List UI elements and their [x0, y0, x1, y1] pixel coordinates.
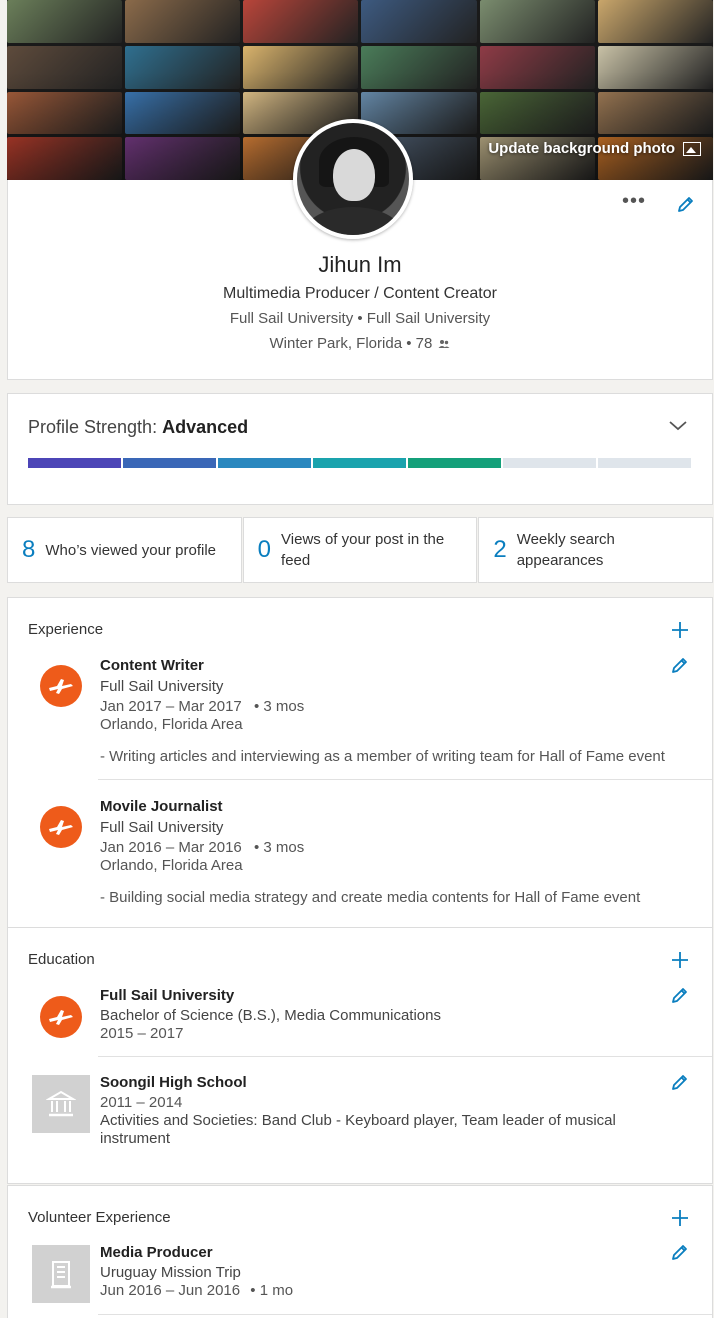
- profile-name: Jihun Im: [318, 252, 402, 277]
- experience-org: Full Sail University: [100, 819, 224, 836]
- location-text: Winter Park, Florida • 78: [269, 335, 433, 352]
- more-options-button[interactable]: •••: [622, 191, 646, 211]
- stat-post-views[interactable]: 0 Views of your post in the feed: [242, 517, 478, 583]
- edit-pencil-icon[interactable]: [676, 194, 696, 214]
- experience-title: Movile Journalist: [100, 798, 223, 815]
- add-plus-icon[interactable]: [670, 950, 690, 970]
- duration-text: • 3 mos: [253, 698, 305, 715]
- stats-row: 8 Who’s viewed your profile 0 Views of y…: [7, 517, 714, 583]
- education-section: Education Full Sail University Bachelor …: [7, 928, 713, 1184]
- strength-segment-filled: [123, 458, 216, 468]
- update-background-button[interactable]: Update background photo: [488, 140, 701, 157]
- people-icon: [438, 340, 450, 349]
- avatar[interactable]: [293, 119, 413, 239]
- duration-text: • 1 mo: [250, 1282, 294, 1299]
- fullsail-logo-icon: [40, 806, 82, 848]
- volunteer-dates: Jun 2016 – Jun 2016 • 1 mo: [100, 1282, 293, 1299]
- profile-strength-level: Advanced: [162, 417, 249, 437]
- profile-headline: Multimedia Producer / Content Creator: [223, 285, 497, 302]
- divider: [98, 1056, 712, 1057]
- edit-pencil-icon[interactable]: [670, 1242, 690, 1262]
- fullsail-logo-icon: [40, 996, 82, 1038]
- dates-text: Jun 2016 – Jun 2016: [100, 1282, 241, 1299]
- section-title: Experience: [28, 621, 104, 638]
- profile-strength-title: Profile Strength: Advanced: [28, 417, 248, 438]
- stat-search-appearances[interactable]: 2 Weekly search appearances: [478, 517, 714, 583]
- profile-strength-bar: [28, 458, 691, 468]
- chevron-down-icon[interactable]: [668, 420, 688, 432]
- stat-label: Views of your post in the feed: [281, 531, 445, 569]
- experience-dates: Jan 2016 – Mar 2016 • 3 mos: [100, 839, 304, 856]
- fullsail-logo-icon: [40, 665, 82, 707]
- profile-location: Winter Park, Florida • 78: [8, 335, 712, 352]
- photo-icon: [683, 141, 701, 156]
- volunteer-org: Uruguay Mission Trip: [100, 1264, 241, 1281]
- profile-schools: Full Sail University • Full Sail Univers…: [229, 310, 491, 327]
- section-title: Volunteer Experience: [28, 1209, 171, 1226]
- edit-pencil-icon[interactable]: [670, 985, 690, 1005]
- duration-text: • 3 mos: [253, 839, 305, 856]
- strength-segment-empty: [503, 458, 596, 468]
- education-years: 2011 – 2014: [100, 1094, 183, 1111]
- dates-text: Jan 2016 – Mar 2016: [100, 839, 242, 856]
- education-activities-cont: instrument: [100, 1130, 171, 1147]
- stat-label: Who’s viewed your profile: [45, 541, 216, 559]
- stat-profile-views[interactable]: 8 Who’s viewed your profile: [7, 517, 242, 583]
- section-title: Education: [28, 951, 95, 968]
- stat-value: 0: [257, 536, 272, 563]
- school-building-icon: [32, 1075, 90, 1133]
- education-school: Full Sail University: [100, 987, 235, 1004]
- organization-building-icon: [32, 1245, 90, 1303]
- experience-org: Full Sail University: [100, 678, 224, 695]
- add-plus-icon[interactable]: [670, 1208, 690, 1228]
- add-plus-icon[interactable]: [670, 620, 690, 640]
- stat-label: Weekly search appearances: [516, 531, 615, 569]
- update-background-label: Update background photo: [488, 140, 675, 157]
- education-activities: Activities and Societies: Band Club - Ke…: [100, 1112, 616, 1129]
- experience-description: - Writing articles and interviewing as a…: [100, 748, 665, 765]
- strength-segment-filled: [313, 458, 406, 468]
- experience-dates: Jan 2017 – Mar 2017 • 3 mos: [100, 698, 304, 715]
- experience-location: Orlando, Florida Area: [100, 716, 243, 733]
- education-degree: Bachelor of Science (B.S.), Media Commun…: [100, 1007, 441, 1024]
- strength-segment-empty: [598, 458, 691, 468]
- strength-segment-filled: [218, 458, 311, 468]
- divider: [98, 1314, 712, 1315]
- stat-value: 2: [493, 536, 507, 563]
- edit-pencil-icon[interactable]: [670, 655, 690, 675]
- education-school: Soongil High School: [100, 1074, 247, 1091]
- profile-strength-label: Profile Strength:: [28, 417, 158, 437]
- education-years: 2015 – 2017: [100, 1025, 184, 1042]
- volunteer-role: Media Producer: [100, 1244, 213, 1261]
- divider: [98, 779, 712, 780]
- strength-segment-filled: [408, 458, 501, 468]
- experience-section: Experience Content Writer Full Sail Univ…: [7, 597, 713, 928]
- experience-title: Content Writer: [100, 657, 204, 674]
- stat-value: 8: [22, 536, 36, 563]
- edit-pencil-icon[interactable]: [670, 1072, 690, 1092]
- volunteer-section: Volunteer Experience Media Producer Urug…: [7, 1185, 713, 1318]
- dates-text: Jan 2017 – Mar 2017: [100, 698, 242, 715]
- experience-location: Orlando, Florida Area: [100, 857, 243, 874]
- experience-description: - Building social media strategy and cre…: [100, 889, 641, 906]
- strength-segment-filled: [28, 458, 121, 468]
- profile-strength-card[interactable]: Profile Strength: Advanced: [7, 393, 713, 505]
